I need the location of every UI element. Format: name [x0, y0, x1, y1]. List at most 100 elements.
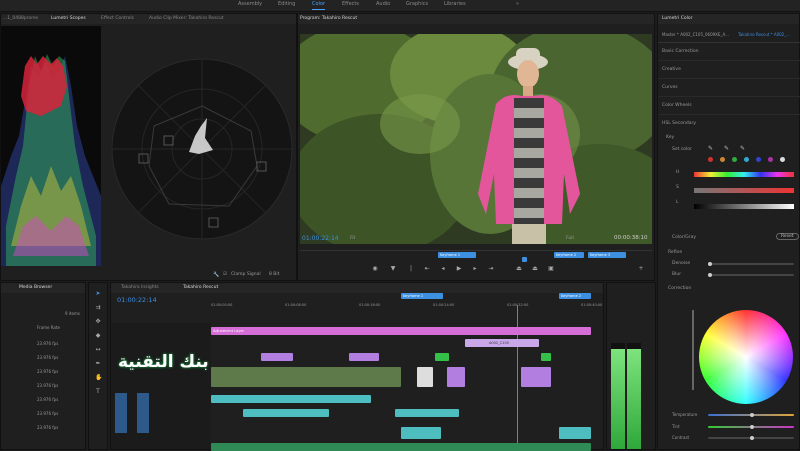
section-curves[interactable]: Curves: [662, 85, 678, 90]
extract-icon[interactable]: ⏏: [532, 266, 538, 272]
audio-clip-a2-b[interactable]: [243, 409, 329, 417]
section-color-wheels[interactable]: Color Wheels: [662, 103, 692, 108]
ripple-edit-icon[interactable]: ✥: [95, 319, 101, 325]
source-patch-a1[interactable]: [137, 393, 149, 433]
eyedropper-icon[interactable]: ✎: [708, 145, 713, 152]
audio-clip-a1[interactable]: [211, 395, 371, 403]
selection-tool-icon[interactable]: ➤: [95, 291, 101, 297]
refine-label[interactable]: Refine: [668, 250, 682, 255]
denoise-slider[interactable]: [708, 262, 794, 266]
ruler-marker-2[interactable]: Keyframe 2: [559, 293, 591, 299]
type-icon[interactable]: T: [95, 389, 101, 395]
video-thumbnails-clip[interactable]: [211, 367, 401, 387]
reset-button[interactable]: Reset: [776, 233, 799, 240]
pen-icon[interactable]: ✒: [95, 361, 101, 367]
tab-lumetri-scopes[interactable]: Lumetri Scopes: [51, 16, 86, 21]
mark-out-icon[interactable]: |: [408, 266, 414, 272]
workspace-libraries[interactable]: Libraries: [444, 1, 466, 7]
video-clip-v1-purple[interactable]: [447, 367, 465, 387]
color-swatch[interactable]: [708, 157, 713, 162]
video-clip-v1-purple-2[interactable]: [521, 367, 551, 387]
color-swatch[interactable]: [720, 157, 725, 162]
tab-takahiro-rescut[interactable]: Takahiro Rescut: [183, 285, 218, 290]
audio-clip-a3[interactable]: [401, 427, 441, 439]
section-creative[interactable]: Creative: [662, 67, 681, 72]
adjustment-layer-clip[interactable]: Adjustment Layer: [211, 327, 591, 335]
video-clip-white[interactable]: [417, 367, 433, 387]
workspace-graphics[interactable]: Graphics: [406, 1, 428, 7]
tab-effect-controls[interactable]: Effect Controls: [101, 16, 134, 21]
program-scrubber[interactable]: Keyframe 1 Keyframe 2 Keyframe 3: [300, 250, 652, 262]
eyedropper-remove-icon[interactable]: ✎: [740, 145, 745, 152]
workspace-color[interactable]: Color: [312, 1, 326, 10]
razor-icon[interactable]: ◆: [95, 333, 101, 339]
hue-range-bar[interactable]: [694, 172, 794, 177]
color-swatch[interactable]: [768, 157, 773, 162]
wheel-luma-slider[interactable]: [692, 310, 694, 390]
tab-source-partial[interactable]: ...1_0488prores: [3, 16, 38, 21]
color-wheel[interactable]: [699, 310, 793, 404]
correction-label[interactable]: Correction: [668, 286, 691, 291]
luminance-range-bar[interactable]: [694, 204, 794, 209]
marker-add-icon[interactable]: ◉: [372, 266, 378, 272]
eyedropper-add-icon[interactable]: ✎: [724, 145, 729, 152]
quality-select[interactable]: Full: [566, 236, 574, 241]
color-swatch[interactable]: [780, 157, 785, 162]
video-clip-v3-a[interactable]: [261, 353, 293, 361]
source-patch-v1[interactable]: [115, 393, 127, 433]
lumetri-color-title[interactable]: Lumetri Color: [662, 16, 692, 21]
video-clip-v3-b[interactable]: [349, 353, 379, 361]
marker-keyframe-1[interactable]: Keyframe 1: [438, 252, 476, 258]
workspace-audio[interactable]: Audio: [376, 1, 390, 7]
camera-icon[interactable]: ▣: [548, 266, 554, 272]
wrench-icon[interactable]: 🔧: [213, 272, 219, 278]
tab-takahiro-insights[interactable]: Takahiro Insights: [121, 285, 159, 290]
blur-slider[interactable]: [708, 273, 794, 277]
section-basic-correction[interactable]: Basic Correction: [662, 49, 699, 54]
step-back-icon[interactable]: ◂: [440, 266, 446, 272]
play-icon[interactable]: ▶: [456, 266, 462, 272]
tab-media-browser[interactable]: Media Browser: [19, 285, 52, 290]
saturation-range-bar[interactable]: [694, 188, 794, 193]
color-swatch[interactable]: [732, 157, 737, 162]
slip-icon[interactable]: ↔: [95, 347, 101, 353]
fit-select[interactable]: Fit: [350, 236, 355, 241]
tint-slider[interactable]: [708, 425, 794, 429]
bit-depth-select[interactable]: 8 Bit: [269, 272, 279, 277]
video-clip-a002[interactable]: A002_C105: [465, 339, 539, 347]
tab-audio-clip-mixer[interactable]: Audio Clip Mixer: Takahiro Rescut: [149, 16, 224, 21]
go-to-out-icon[interactable]: ⇥: [488, 266, 494, 272]
workspace-editing[interactable]: Editing: [278, 1, 295, 7]
color-swatch[interactable]: [756, 157, 761, 162]
add-button-icon[interactable]: +: [638, 266, 644, 272]
hand-icon[interactable]: ✋: [95, 375, 102, 381]
ruler-marker-1[interactable]: Keyframe 1: [401, 293, 443, 299]
workspace-effects[interactable]: Effects: [342, 1, 359, 7]
go-to-in-icon[interactable]: ⇤: [424, 266, 430, 272]
audio-clip-a2[interactable]: [395, 409, 459, 417]
color-gray-toggle[interactable]: Color/Gray: [672, 235, 696, 240]
timeline-ruler[interactable]: 01:00:00:00 01:00:08:00 01:00:16:00 01:00:2…: [211, 301, 602, 311]
lumetri-sequence[interactable]: Takahiro Rescut * A002_...: [738, 32, 790, 37]
playhead[interactable]: [522, 257, 527, 262]
marker-keyframe-2[interactable]: Keyframe 2: [554, 252, 584, 258]
clamp-checkbox[interactable]: ☑: [223, 272, 227, 277]
track-select-icon[interactable]: ⇉: [95, 305, 101, 311]
program-timecode[interactable]: 01:00:22:14: [302, 235, 339, 242]
workspace-assembly[interactable]: Assembly: [238, 1, 262, 7]
section-hsl-secondary[interactable]: HSL Secondary: [662, 121, 696, 126]
video-clip-green[interactable]: [435, 353, 449, 361]
workspace-overflow[interactable]: »: [516, 1, 519, 7]
program-monitor-title[interactable]: Program: Takahiro Rescut: [300, 16, 357, 21]
color-swatch[interactable]: [744, 157, 749, 162]
timeline-timecode[interactable]: 01:00:22:14: [117, 296, 157, 304]
video-clip-green-2[interactable]: [541, 353, 551, 361]
color-swatches[interactable]: [708, 157, 798, 163]
contrast-slider[interactable]: [708, 436, 794, 440]
marker-keyframe-3[interactable]: Keyframe 3: [588, 252, 626, 258]
lumetri-source[interactable]: Master * A002_C105_0609XE_A...: [662, 32, 729, 37]
step-forward-icon[interactable]: ▸: [472, 266, 478, 272]
mark-in-icon[interactable]: ▼: [390, 266, 396, 272]
audio-clip-a3-b[interactable]: [559, 427, 591, 439]
temperature-slider[interactable]: [708, 413, 794, 417]
